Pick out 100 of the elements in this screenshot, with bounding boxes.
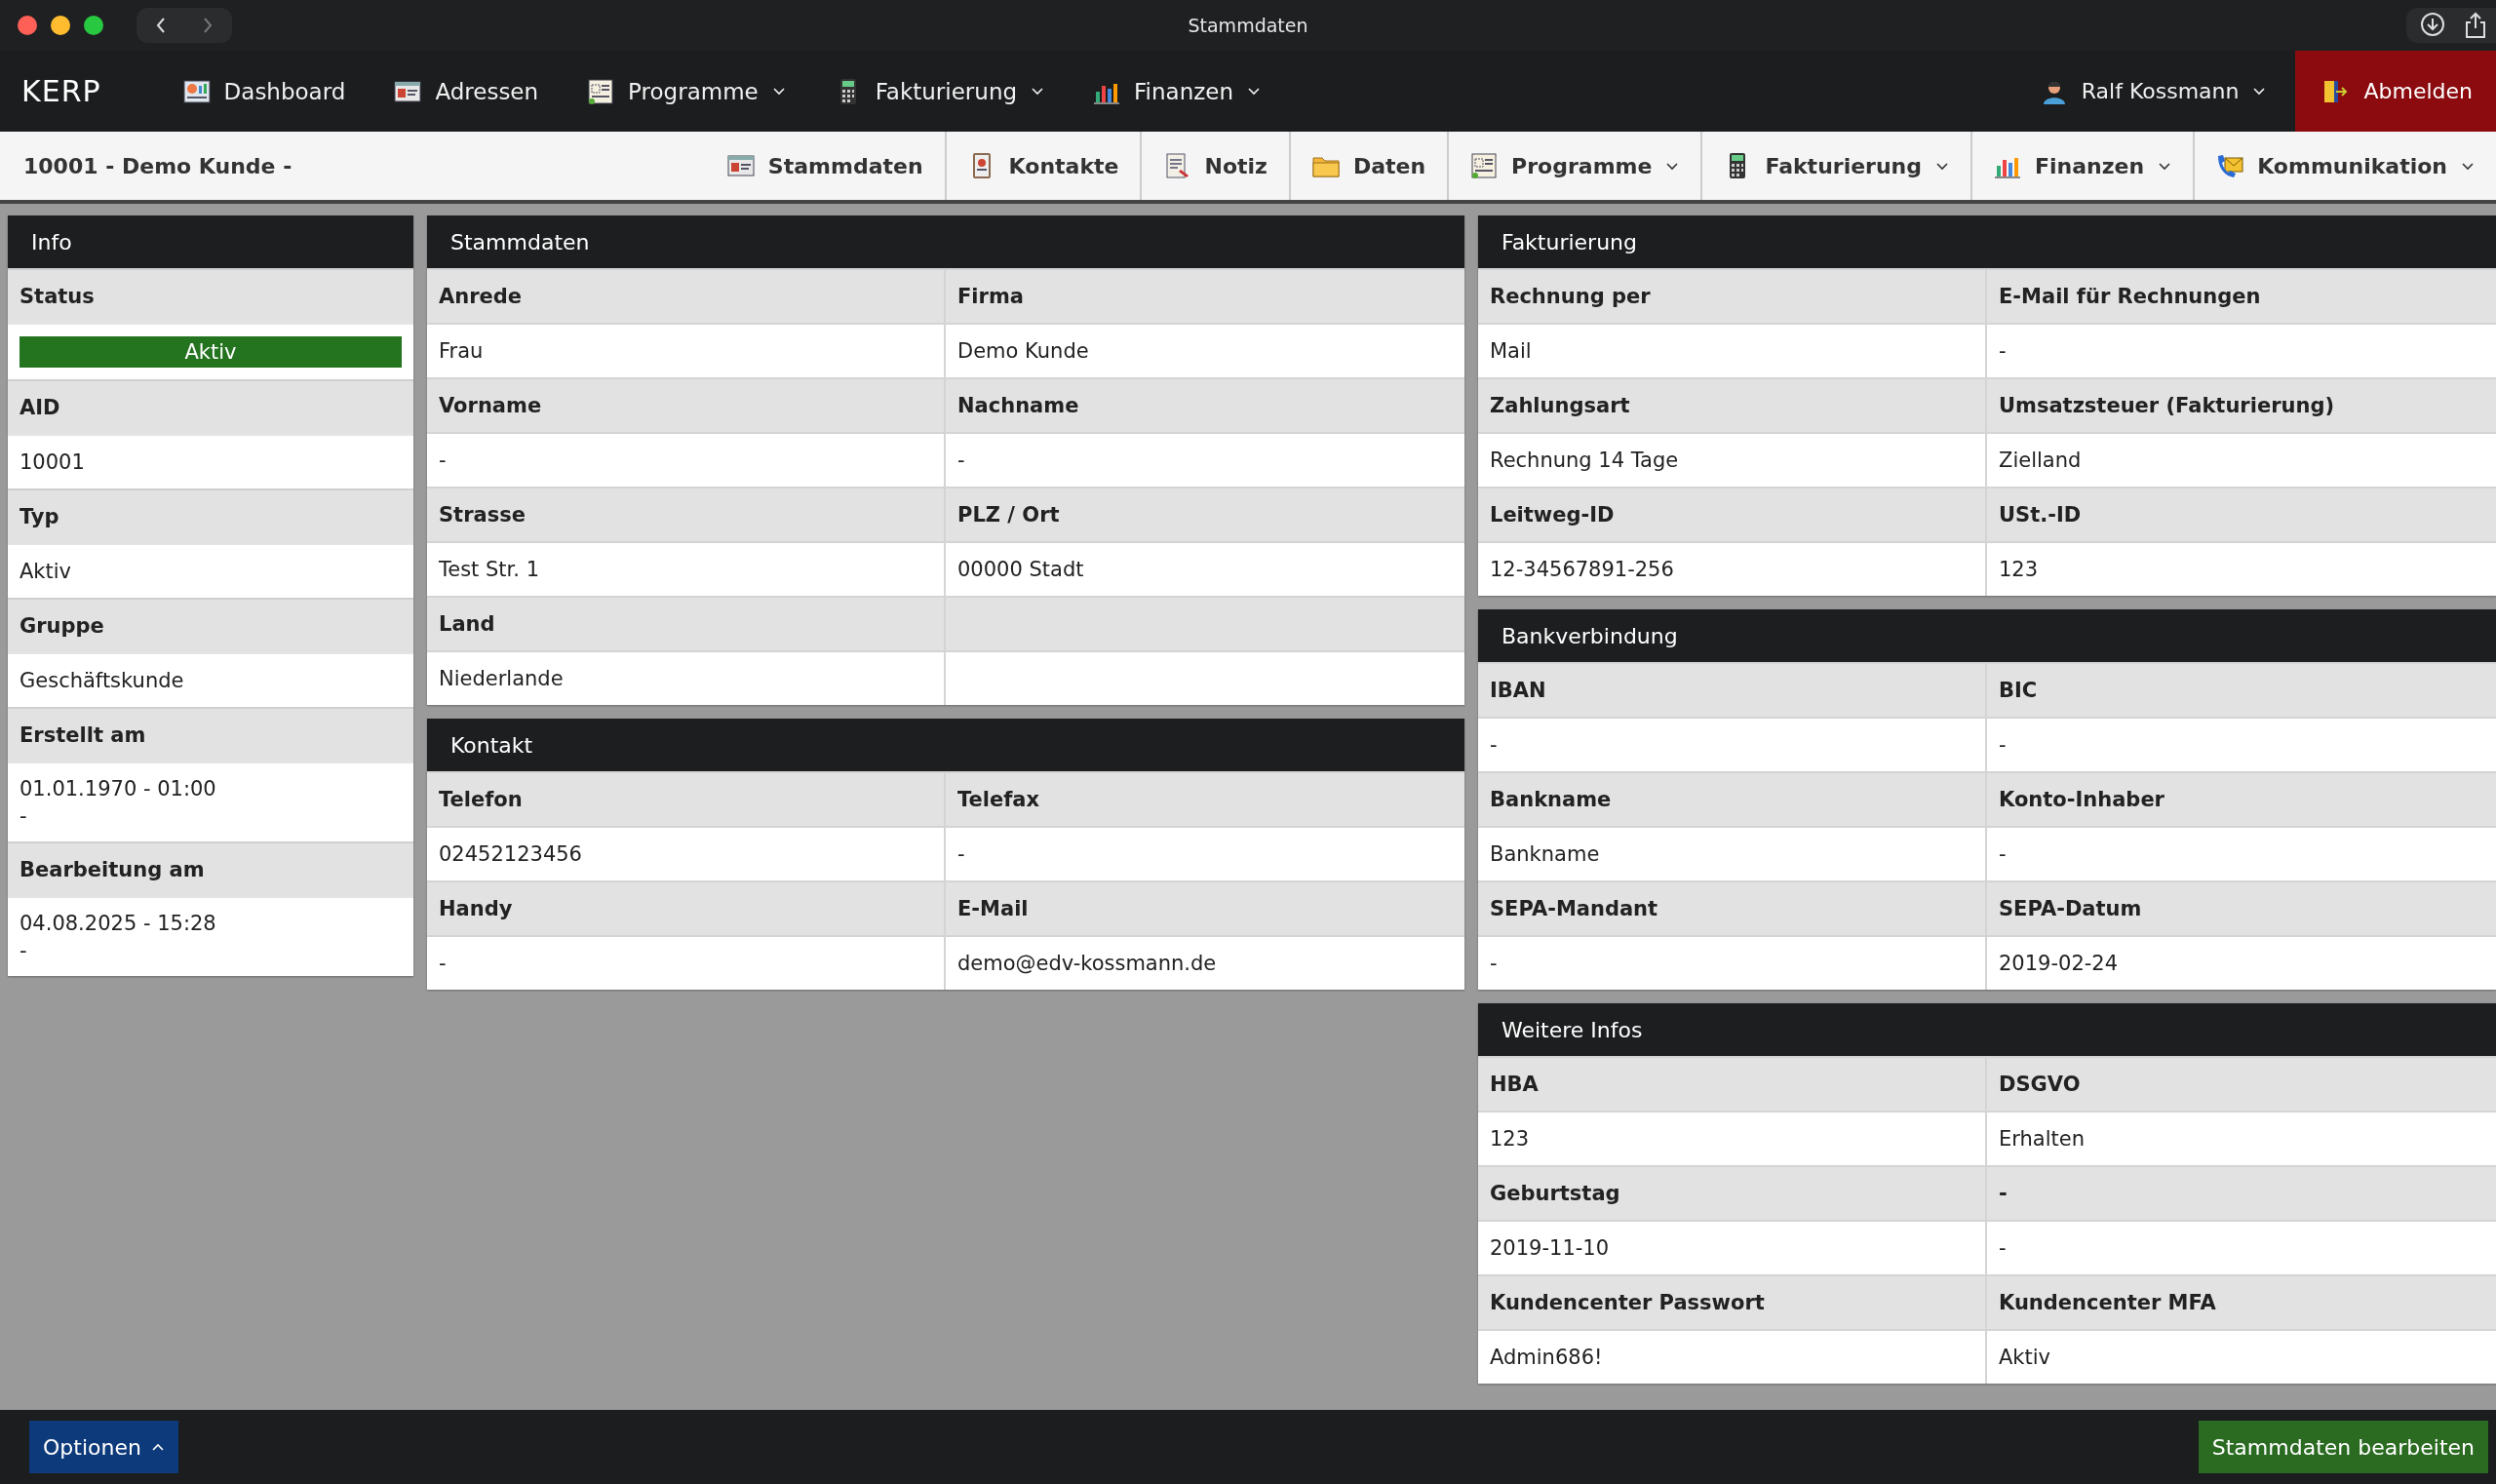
record-tab[interactable]: Kontakte — [944, 132, 1141, 200]
field-label: SEPA-Datum — [1999, 897, 2142, 920]
field-label: USt.-ID — [1999, 503, 2082, 527]
field-value: 2019-02-24 — [1999, 952, 2119, 975]
field-value: 02452123456 — [439, 842, 582, 866]
nav-menu-item[interactable]: Fakturierung — [834, 77, 1045, 105]
window-title: Stammdaten — [1188, 15, 1308, 36]
field-label: Gruppe — [8, 598, 413, 652]
field-label: E-Mail — [957, 897, 1029, 920]
logout-button[interactable]: Abmelden — [2295, 51, 2496, 132]
field-label: Telefon — [439, 788, 523, 811]
record-tab[interactable]: Finanzen — [1970, 132, 2194, 200]
field-label: AID — [8, 379, 413, 434]
record-tab[interactable]: Stammdaten — [705, 132, 945, 200]
field-value: 00000 Stadt — [957, 558, 1084, 581]
field-value: Demo Kunde — [957, 339, 1089, 363]
field-value: Bankname — [1490, 842, 1600, 866]
field-label: Geburtstag — [1490, 1182, 1620, 1205]
back-icon — [154, 16, 168, 35]
field-value: Aktiv — [1999, 1346, 2051, 1369]
panel-header: Fakturierung — [1478, 215, 2496, 268]
field-label: Zahlungsart — [1490, 394, 1630, 417]
record-tab[interactable]: Daten — [1288, 132, 1448, 200]
record-tab[interactable]: Kommunikation — [2193, 132, 2496, 200]
share-icon — [2463, 12, 2488, 39]
field-label: Leitweg-ID — [1490, 503, 1615, 527]
options-button[interactable]: Optionen — [29, 1421, 178, 1473]
user-menu[interactable]: Ralf Kossmann — [2040, 51, 2267, 132]
nav-menu-item[interactable]: Finanzen — [1093, 77, 1262, 105]
field-label: Nachname — [957, 394, 1079, 417]
zoom-button[interactable] — [84, 16, 103, 35]
field-value: 123 — [1999, 558, 2039, 581]
field-label: Firma — [957, 285, 1024, 308]
field-value: Zielland — [1999, 449, 2082, 472]
field-value: - — [957, 842, 965, 866]
status-badge: Aktiv — [20, 336, 402, 368]
nav-menu-item[interactable]: Programme — [587, 77, 786, 105]
record-tab[interactable]: Programme — [1447, 132, 1701, 200]
field-label: Handy — [439, 897, 513, 920]
field-value: demo@edv-kossmann.de — [957, 952, 1217, 975]
field-label: PLZ / Ort — [957, 503, 1060, 527]
panel-header: Kontakt — [427, 719, 1464, 771]
minimize-button[interactable] — [51, 16, 70, 35]
field-value: - — [1999, 1236, 2007, 1260]
field-label: Kundencenter MFA — [1999, 1291, 2216, 1314]
field-value: 2019-11-10 — [1490, 1236, 1610, 1260]
field-value: Aktiv — [20, 559, 72, 585]
chevron-down-icon — [2252, 85, 2267, 98]
field-label: Umsatzsteuer (Fakturierung) — [1999, 394, 2335, 417]
nav-menu-item[interactable]: Adressen — [394, 77, 539, 105]
field-value: Test Str. 1 — [439, 558, 539, 581]
address-card-icon — [726, 152, 755, 179]
chevron-down-icon — [1247, 85, 1262, 98]
field-value: - — [1490, 733, 1498, 757]
chevron-down-icon — [771, 85, 786, 98]
close-button[interactable] — [18, 16, 37, 35]
field-label: Bankname — [1490, 788, 1612, 811]
field-label: BIC — [1999, 679, 2038, 702]
record-title: 10001 - Demo Kunde - — [23, 153, 292, 178]
share-button[interactable] — [2463, 12, 2488, 39]
field-label: Anrede — [439, 285, 523, 308]
field-label: Telefax — [957, 788, 1040, 811]
field-label: Typ — [8, 488, 413, 543]
field-label: - — [1999, 1182, 2008, 1205]
field-value: Niederlande — [439, 667, 564, 690]
field-value: - — [1490, 952, 1498, 975]
field-label: Rechnung per — [1490, 285, 1651, 308]
field-label: SEPA-Mandant — [1490, 897, 1658, 920]
nav-menu-item[interactable]: Dashboard — [182, 77, 346, 105]
phone-envelope-icon — [2216, 152, 2244, 179]
field-value: 123 — [1490, 1127, 1530, 1151]
field-value: 01.01.1970 - 01:00 - — [20, 776, 216, 830]
edit-button[interactable]: Stammdaten bearbeiten — [2198, 1421, 2488, 1473]
field-value: Admin686! — [1490, 1346, 1603, 1369]
field-label: DSGVO — [1999, 1073, 2081, 1096]
field-label: Vorname — [439, 394, 542, 417]
field-label: Land — [439, 612, 495, 636]
logo[interactable]: KERP — [21, 74, 101, 108]
panel-header: Info — [8, 215, 413, 268]
field-label: Konto-Inhaber — [1999, 788, 2164, 811]
field-value: Erhalten — [1999, 1127, 2085, 1151]
field-label: Bearbeitung am — [8, 841, 413, 896]
forward-icon — [201, 16, 214, 35]
field-value: Frau — [439, 339, 484, 363]
record-tab[interactable]: Notiz — [1140, 132, 1289, 200]
field-label: Status — [8, 268, 413, 323]
field-value: - — [1999, 733, 2007, 757]
panel-header: Bankverbindung — [1478, 609, 2496, 662]
field-value: Geschäftskunde — [20, 668, 184, 694]
record-tab[interactable]: Fakturierung — [1700, 132, 1971, 200]
field-value: - — [1999, 842, 2007, 866]
document-list-icon — [1470, 152, 1499, 179]
download-icon — [2420, 12, 2445, 37]
field-label: HBA — [1490, 1073, 1539, 1096]
field-label: Strasse — [439, 503, 526, 527]
download-button[interactable] — [2420, 12, 2445, 39]
field-value: 10001 — [20, 449, 85, 476]
field-label: Kundencenter Passwort — [1490, 1291, 1765, 1314]
field-label: E-Mail für Rechnungen — [1999, 285, 2261, 308]
chevron-down-icon — [1031, 85, 1045, 98]
